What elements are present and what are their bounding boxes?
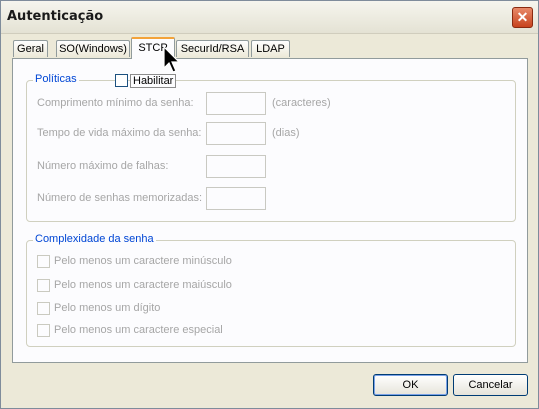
close-icon[interactable]: ✕ xyxy=(512,7,533,28)
uppercase-checkbox[interactable] xyxy=(37,279,50,292)
lowercase-checkbox[interactable] xyxy=(37,255,50,268)
enable-checkbox[interactable] xyxy=(115,74,128,87)
mouse-pointer-icon xyxy=(163,46,181,73)
max-lifetime-label: Tempo de vida máximo da senha: xyxy=(37,127,202,139)
min-length-label: Comprimento mínimo da senha: xyxy=(37,97,194,109)
enable-label[interactable]: Habilitar xyxy=(130,74,177,88)
max-failures-input[interactable] xyxy=(206,155,266,178)
tab-so-windows[interactable]: SO(Windows) xyxy=(56,40,130,57)
max-lifetime-input[interactable] xyxy=(206,122,266,145)
remembered-passwords-label: Número de senhas memorizadas: xyxy=(37,192,203,204)
complexity-title: Complexidade da senha xyxy=(33,233,156,245)
special-char-label: Pelo menos um caractere especial xyxy=(54,324,223,336)
max-lifetime-unit: (dias) xyxy=(272,127,300,139)
tab-ldap[interactable]: LDAP xyxy=(251,40,290,57)
digit-label: Pelo menos um dígito xyxy=(54,302,161,314)
tab-panel-stcp: Políticas Habilitar Comprimento mínimo d… xyxy=(12,58,528,363)
ok-button[interactable]: OK xyxy=(373,374,448,396)
min-length-input[interactable] xyxy=(206,92,266,115)
tab-securid-rsa[interactable]: SecurId/RSA xyxy=(176,40,249,57)
min-length-unit: (caracteres) xyxy=(272,97,331,109)
uppercase-label: Pelo menos um caractere maiúsculo xyxy=(54,279,232,291)
policies-title: Políticas xyxy=(33,73,79,85)
max-failures-label: Número máximo de falhas: xyxy=(37,160,169,172)
remembered-passwords-input[interactable] xyxy=(206,187,266,210)
window-title: Autenticação xyxy=(7,9,104,24)
special-char-checkbox[interactable] xyxy=(37,324,50,337)
cancel-button[interactable]: Cancelar xyxy=(453,374,528,396)
tab-geral[interactable]: Geral xyxy=(13,40,48,57)
lowercase-label: Pelo menos um caractere minúsculo xyxy=(54,255,232,267)
digit-checkbox[interactable] xyxy=(37,302,50,315)
title-bar: Autenticação ✕ xyxy=(1,1,538,34)
dialog-window: Autenticação ✕ Geral SO(Windows) STCP Se… xyxy=(0,0,539,409)
